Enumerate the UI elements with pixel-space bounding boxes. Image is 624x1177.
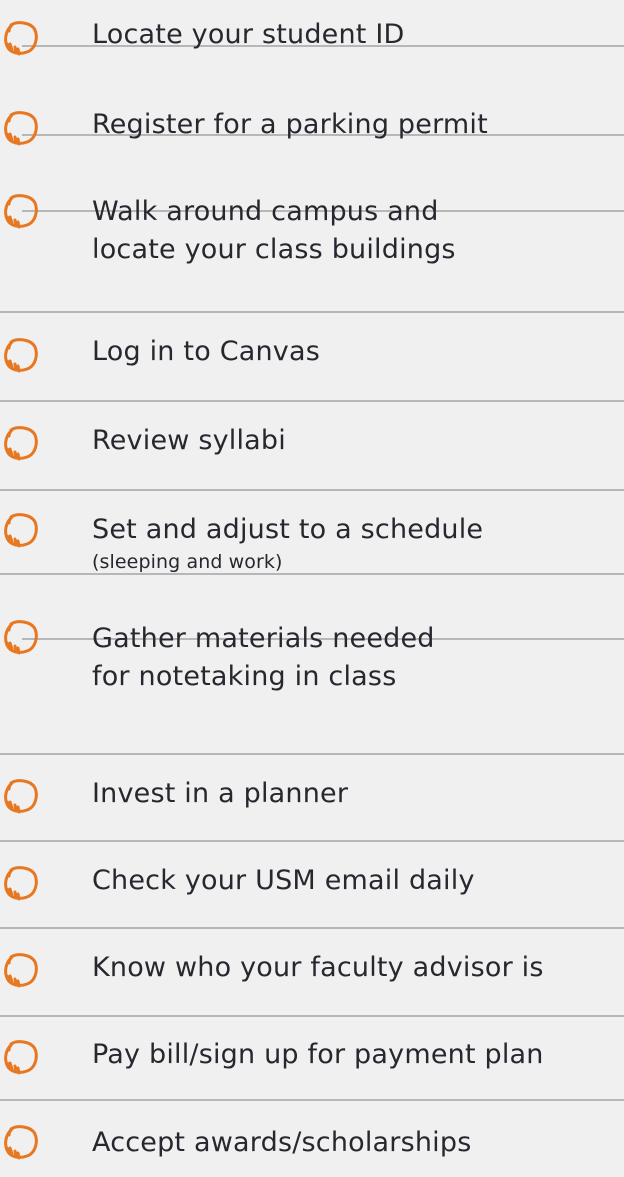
item-label: Check your USM email daily	[92, 865, 475, 896]
item-label-line: Gather materials needed	[92, 623, 435, 654]
ruled-line	[0, 311, 624, 313]
item-label: Walk around campus and locate your class…	[92, 193, 456, 269]
hand-drawn-checkbox-icon[interactable]	[3, 952, 39, 988]
item-label: Gather materials needed for notetaking i…	[92, 620, 435, 696]
item-label: Log in to Canvas	[92, 336, 320, 367]
ruled-line	[0, 1015, 624, 1017]
hand-drawn-checkbox-icon[interactable]	[3, 110, 39, 146]
hand-drawn-checkbox-icon[interactable]	[3, 1124, 39, 1160]
item-label-line: Set and adjust to a schedule	[92, 514, 484, 545]
ruled-line	[0, 753, 624, 755]
item-sublabel: (sleeping and work)	[92, 551, 283, 573]
item-label: Invest in a planner	[92, 778, 349, 809]
hand-drawn-checkbox-icon[interactable]	[3, 337, 39, 373]
hand-drawn-checkbox-icon[interactable]	[3, 20, 39, 56]
ruled-line	[0, 927, 624, 929]
hand-drawn-checkbox-icon[interactable]	[3, 425, 39, 461]
hand-drawn-checkbox-icon[interactable]	[3, 1039, 39, 1075]
item-label-line: locate your class buildings	[92, 234, 456, 265]
item-label: Pay bill/sign up for payment plan	[92, 1039, 544, 1070]
hand-drawn-checkbox-icon[interactable]	[3, 512, 39, 548]
hand-drawn-checkbox-icon[interactable]	[3, 865, 39, 901]
item-label: Accept awards/scholarships	[92, 1127, 472, 1158]
item-label: Register for a parking permit	[92, 109, 488, 140]
hand-drawn-checkbox-icon[interactable]	[3, 193, 39, 229]
ruled-line	[0, 1099, 624, 1101]
item-label-line: Walk around campus and	[92, 196, 439, 227]
checklist: Locate your student ID Register for a pa…	[0, 0, 624, 1177]
ruled-line	[0, 400, 624, 402]
item-label: Locate your student ID	[92, 19, 405, 50]
item-label-line: for notetaking in class	[92, 661, 397, 692]
hand-drawn-checkbox-icon[interactable]	[3, 778, 39, 814]
ruled-line	[0, 489, 624, 491]
item-label: Know who your faculty advisor is	[92, 952, 544, 983]
hand-drawn-checkbox-icon[interactable]	[3, 619, 39, 655]
item-label: Review syllabi	[92, 425, 286, 456]
ruled-line	[0, 840, 624, 842]
item-label: Set and adjust to a schedule (sleeping a…	[92, 511, 483, 575]
